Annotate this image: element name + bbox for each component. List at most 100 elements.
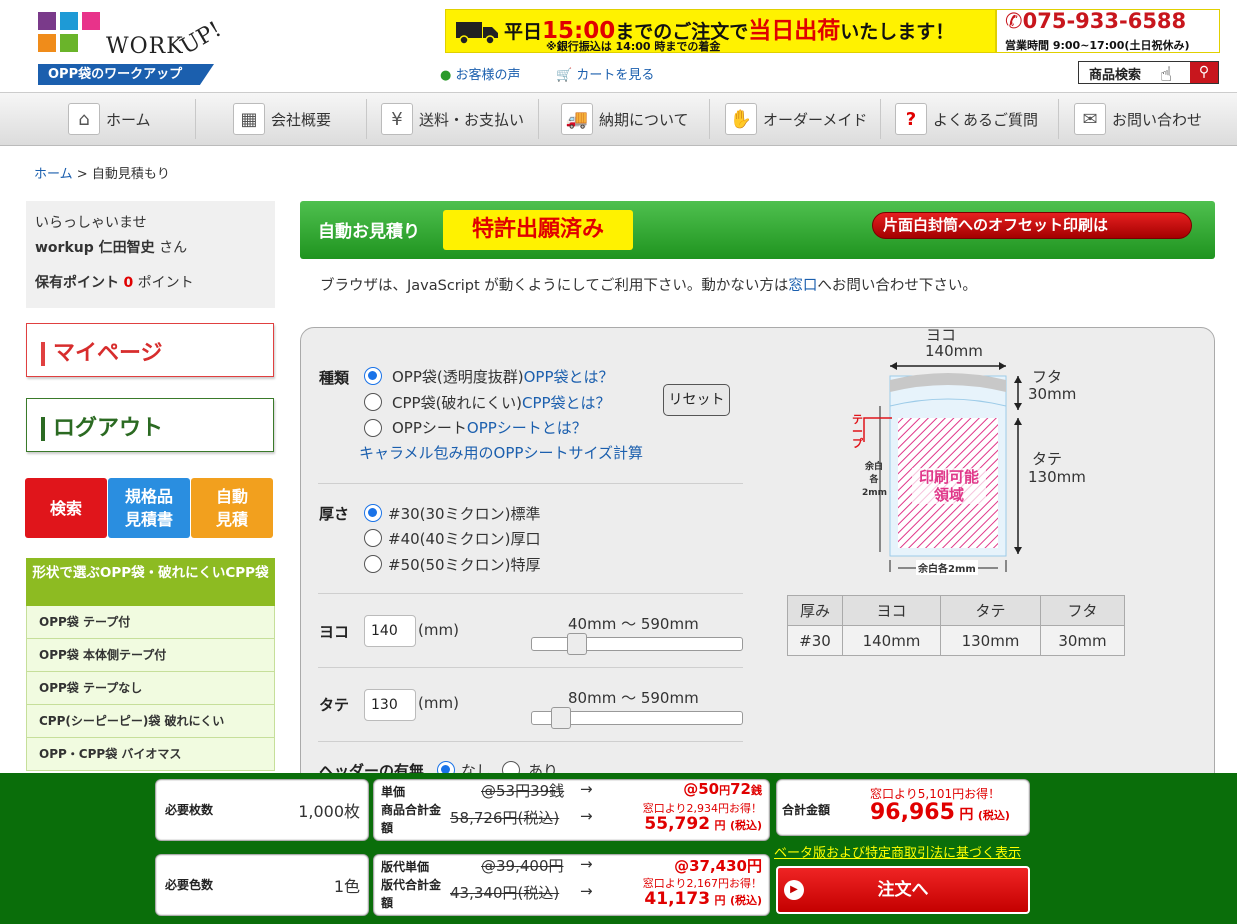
product-total-label-1: 商品合計金 (381, 803, 442, 817)
points-line: 保有ポイント 0 ポイント (35, 271, 266, 296)
printable-line1: 印刷可能 (918, 468, 979, 486)
nav-faq[interactable]: ? よくあるご質問 (895, 93, 1038, 145)
points-value: 0 (123, 275, 134, 291)
search-button[interactable]: 検索 (25, 478, 107, 538)
javascript-note: ブラウザは、JavaScript が動くようにしてご利用下さい。動かない方は窓口… (320, 274, 977, 295)
printable-line2: 領域 (933, 486, 964, 504)
caramel-calc-link[interactable]: キャラメル包み用のOPPシートサイズ計算 (359, 442, 643, 463)
type-cpp-option: CPP袋(破れにくい)CPP袋とは？ (392, 392, 611, 413)
logo-square (60, 34, 78, 52)
quantity-label: 必要枚数 (165, 803, 214, 817)
js-note-pre: ブラウザは、JavaScript が動くようにしてご利用下さい。動かない方は (320, 278, 789, 294)
thickness-50-radio[interactable] (364, 555, 382, 573)
auto-quote-line1: 自動 (215, 487, 248, 506)
nav-company[interactable]: ▦ 会社概要 (233, 93, 331, 145)
category-item[interactable]: CPP(シーピーピー)袋 破れにくい (26, 705, 275, 738)
height-slider-thumb[interactable] (550, 707, 571, 729)
width-unit: (mm) (418, 621, 459, 639)
type-cpp-radio[interactable] (364, 393, 382, 411)
cart-link[interactable]: 🛒 カートを見る (556, 64, 654, 83)
height-range: 80mm 〜 590mm (568, 689, 699, 707)
auto-quote-button[interactable]: 自動 見積 (191, 478, 273, 538)
js-note-post: へお問い合わせ下さい。 (817, 278, 977, 294)
offset-print-banner[interactable]: 片面白封筒へのオフセット印刷は (872, 212, 1192, 239)
spec-header: ヨコ (842, 595, 941, 626)
width-input[interactable]: 140 (364, 615, 416, 647)
standard-quote-button[interactable]: 規格品 見積書 (108, 478, 190, 538)
type-sheet-radio[interactable] (364, 419, 382, 437)
logout-label: ログアウト (53, 416, 164, 441)
breadcrumb-home[interactable]: ホーム (34, 167, 73, 182)
logout-button[interactable]: ログアウト (26, 398, 274, 452)
nav-divider (538, 99, 539, 139)
product-search-button[interactable]: 商品検索 ⚲ (1078, 61, 1219, 84)
auto-quote-line2: 見積 (215, 510, 248, 529)
category-item[interactable]: OPP袋 本体側テープ付 (26, 639, 275, 672)
nav-contact[interactable]: ✉ お問い合わせ (1074, 93, 1202, 145)
question-icon: ? (895, 103, 927, 135)
arrow: → (580, 807, 593, 825)
js-note-window-link[interactable]: 窓口 (788, 278, 817, 294)
thickness-40-radio[interactable] (364, 529, 382, 547)
legal-notice-link[interactable]: ベータ版および特定商取引法に基づく表示 (774, 842, 1021, 861)
width-label: ヨコ (319, 623, 350, 641)
height-label: タテ (319, 696, 350, 714)
logo-text: WORK (106, 34, 184, 59)
breadcrumb: ホーム > 自動見積もり (34, 163, 170, 182)
truck-icon (456, 22, 498, 45)
customer-voice-link[interactable]: ● お客様の声 (440, 64, 521, 83)
global-nav: ⌂ ホーム ▦ 会社概要 ¥ 送料・お支払い 🚚 納期について ✋ オーダーメイド ? よく… (0, 92, 1237, 146)
product-total-old: 58,726円(税込) (450, 809, 560, 827)
category-item[interactable]: OPP袋 テープなし (26, 672, 275, 705)
arrow: → (580, 780, 593, 798)
page-title: 自動お見積り (318, 222, 420, 242)
diagram-tape-label: テープ (852, 413, 863, 450)
nav-divider (709, 99, 710, 139)
breadcrumb-sep: > (76, 167, 88, 182)
nav-home[interactable]: ⌂ ホーム (68, 93, 151, 145)
cpp-info-link[interactable]: CPP袋とは？ (522, 394, 611, 412)
thickness-30-radio[interactable] (364, 504, 382, 522)
quantity-box[interactable]: 必要枚数 1,000枚 (155, 779, 369, 841)
colors-value: 1色 (333, 877, 360, 896)
logo-square (60, 12, 78, 30)
nav-shipping-payment[interactable]: ¥ 送料・お支払い (381, 93, 524, 145)
height-input[interactable]: 130 (364, 689, 416, 721)
height-slider[interactable] (531, 707, 743, 729)
nav-delivery[interactable]: 🚚 納期について (561, 93, 689, 145)
thickness-label: 厚さ (319, 505, 350, 523)
width-slider-thumb[interactable] (566, 633, 587, 655)
phone-number[interactable]: ✆075-933-6588 (1005, 9, 1186, 33)
thickness-30-label: #30(30ミクロン)標準 (388, 505, 541, 523)
workup-logo[interactable]: WORK UP! OPP袋のワークアップ (38, 12, 228, 88)
tax-note: (税込) (729, 819, 762, 832)
magnifier-icon: ⚲ (1190, 62, 1218, 83)
nav-divider (195, 99, 196, 139)
opp-info-link[interactable]: OPP袋とは？ (524, 368, 614, 386)
side-margin-line3: 2mm (862, 488, 888, 498)
order-button[interactable]: ▶ 注文へ (776, 866, 1030, 914)
logo-square (82, 12, 100, 30)
logo-square (38, 12, 56, 30)
cart-icon: 🛒 (556, 68, 573, 83)
category-item[interactable]: OPP・CPP袋 バイオマス (26, 738, 275, 771)
yen-icon: ¥ (381, 103, 413, 135)
unit-new-sen-unit: 銭 (751, 784, 762, 797)
colors-box[interactable]: 必要色数 1色 (155, 854, 369, 916)
phone-text: 075-933-6588 (1022, 9, 1187, 33)
user-suffix: さん (159, 240, 188, 256)
divider (318, 483, 743, 484)
reset-button[interactable]: リセット (663, 384, 730, 416)
sheet-info-link[interactable]: OPPシートとは？ (467, 419, 587, 437)
grand-value: 96,965 (870, 800, 955, 825)
mypage-button[interactable]: マイページ (26, 323, 274, 377)
category-item[interactable]: OPP袋 テープ付 (26, 606, 275, 639)
plate-unit-label: 版代単価 (381, 860, 430, 874)
width-slider[interactable] (531, 633, 743, 655)
plate-total-old: 43,340円(税込) (450, 884, 560, 902)
type-opp-radio[interactable] (364, 367, 382, 385)
nav-order-made[interactable]: ✋ オーダーメイド (725, 93, 867, 145)
height-unit: (mm) (418, 694, 459, 712)
nav-divider (880, 99, 881, 139)
bar-decoration (41, 417, 45, 441)
